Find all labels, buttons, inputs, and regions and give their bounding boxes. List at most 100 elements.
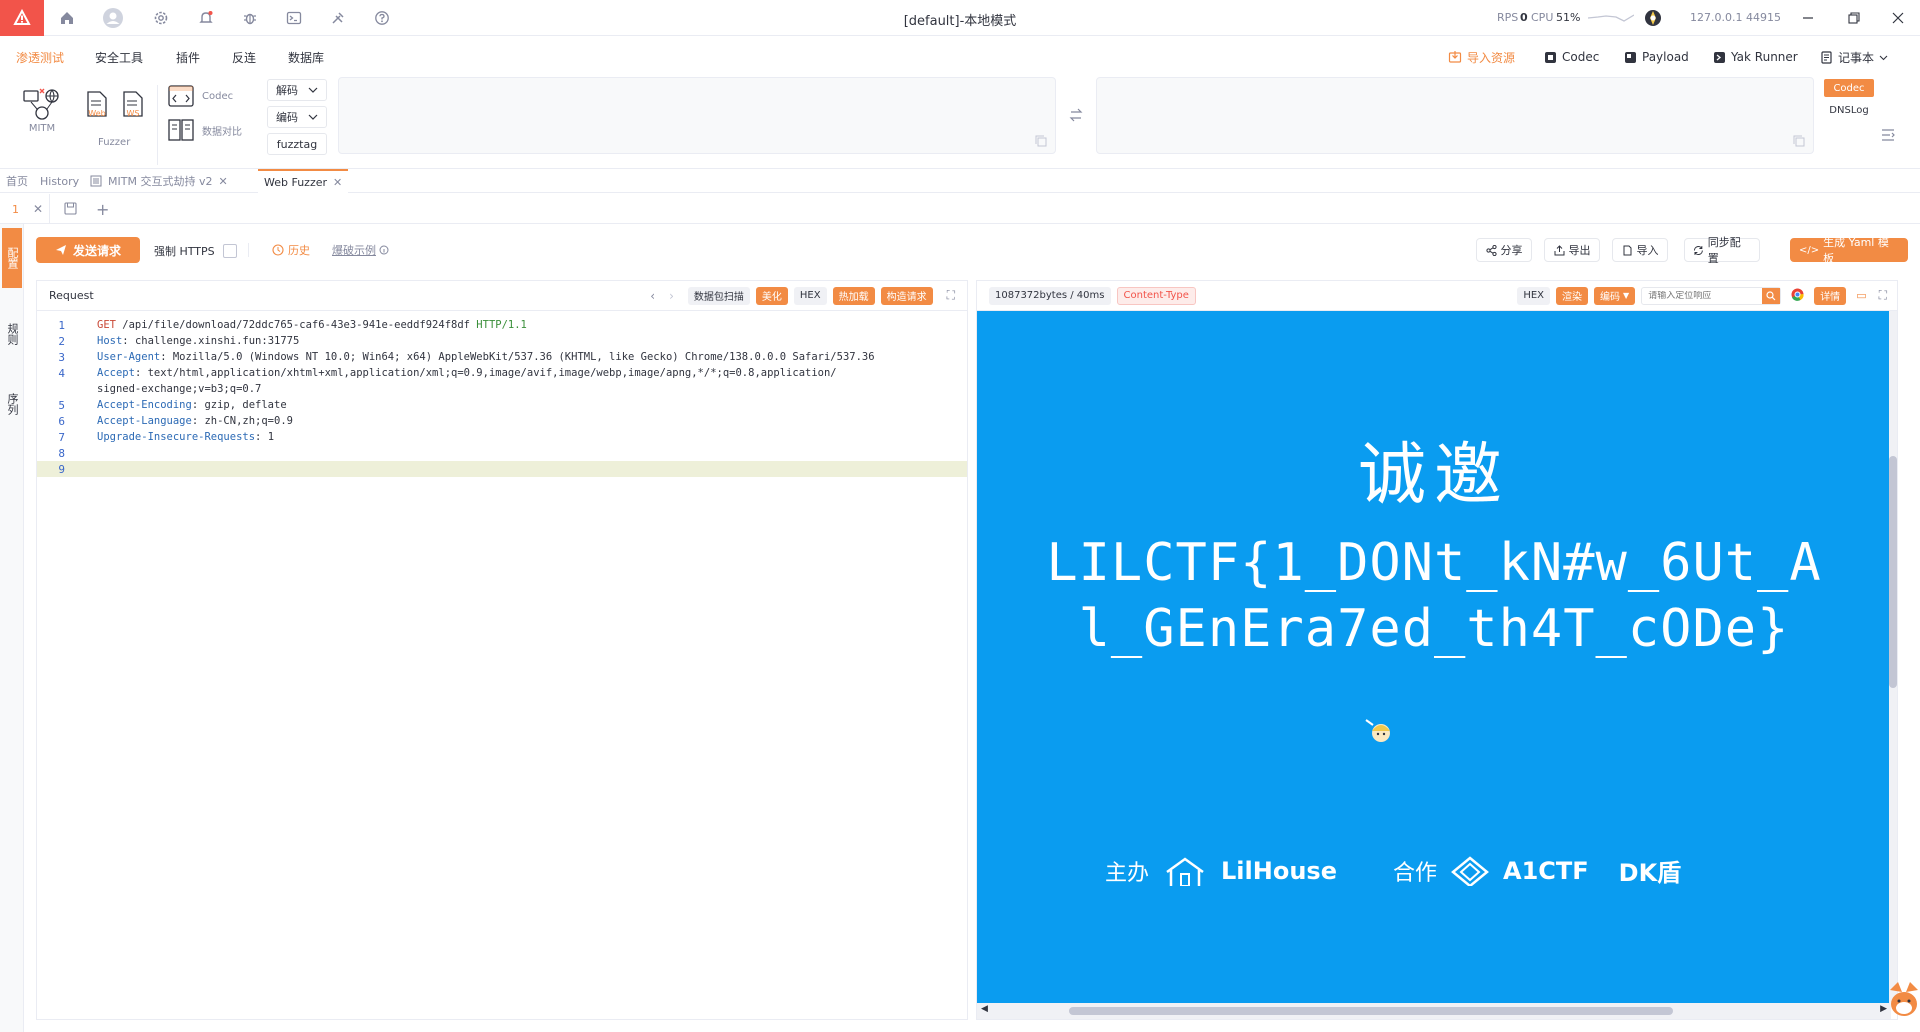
save-icon[interactable] xyxy=(64,202,77,218)
chrome-browser-icon[interactable] xyxy=(1791,288,1804,304)
avatar-icon[interactable] xyxy=(102,7,124,29)
history-button[interactable]: 历史 xyxy=(272,242,310,258)
swap-icon[interactable] xyxy=(1068,107,1084,126)
close-tab-icon[interactable]: ✕ xyxy=(333,176,342,189)
fuzzer-sub-tab-1[interactable]: 1 ✕ xyxy=(0,194,50,224)
response-render-view[interactable]: 诚邀 LILCTF{1_DONt_kN#w_6Ut_A l_GEnEra7ed_… xyxy=(977,311,1891,1005)
share-button[interactable]: 分享 xyxy=(1476,238,1532,262)
comment-icon[interactable]: ▭ xyxy=(1856,289,1866,302)
tab-mitm[interactable]: MITM 交互式劫持 v2 ✕ xyxy=(84,169,234,193)
side-tab-config[interactable]: 配置 xyxy=(2,228,22,288)
hex-button[interactable]: HEX xyxy=(793,286,827,305)
next-request-icon[interactable]: › xyxy=(669,289,674,303)
code-text: Accept: text/html,application/xhtml+xml,… xyxy=(73,367,837,379)
send-request-button[interactable]: 发送请求 xyxy=(36,237,140,263)
content-type-badge[interactable]: Content-Type xyxy=(1116,286,1196,305)
code-line[interactable]: 6 Accept-Language: zh-CN,zh;q=0.9 xyxy=(37,413,967,429)
force-https-option[interactable]: 强制 HTTPS xyxy=(154,243,237,259)
beautify-button[interactable]: 美化 xyxy=(755,286,788,305)
encode-dropdown[interactable]: 编码 ▼ xyxy=(1594,286,1636,305)
build-request-button[interactable]: 构造请求 xyxy=(880,286,933,305)
side-tab-sequence[interactable]: 序列 xyxy=(2,372,22,436)
notepad-menu-button[interactable]: 记事本 xyxy=(1820,47,1888,67)
close-tab-icon[interactable]: ✕ xyxy=(218,175,227,188)
terminal-icon[interactable] xyxy=(283,7,305,29)
menu-plugins[interactable]: 插件 xyxy=(176,49,200,66)
tab-history[interactable]: History xyxy=(34,169,85,193)
sync-config-button[interactable]: 同步配置 xyxy=(1684,236,1760,265)
code-line[interactable]: 4 Accept: text/html,application/xhtml+xml… xyxy=(37,365,967,381)
compare-tool[interactable]: 数据对比 xyxy=(168,119,242,141)
encode-select[interactable]: 编码 xyxy=(267,106,327,128)
menu-pentest[interactable]: 渗透测试 xyxy=(16,49,64,66)
bug-icon[interactable] xyxy=(239,7,261,29)
codec-input-area[interactable] xyxy=(338,77,1056,154)
response-search[interactable] xyxy=(1641,286,1782,305)
search-icon[interactable] xyxy=(1762,287,1781,304)
fullscreen-icon[interactable]: ⛶ xyxy=(947,288,955,303)
minimize-icon[interactable] xyxy=(1788,4,1828,32)
request-editor[interactable]: 1 GET /api/file/download/72ddc765-caf6-43… xyxy=(37,311,967,1019)
response-horizontal-scrollbar[interactable]: ◀ ▶ xyxy=(977,1003,1891,1019)
packet-scan-button[interactable]: 数据包扫描 xyxy=(687,286,750,305)
ws-fuzzer-tool[interactable]: WS xyxy=(122,91,144,118)
blast-example-link[interactable]: 爆破示例 xyxy=(332,242,389,258)
fullscreen-icon[interactable]: ⛶ xyxy=(1879,288,1887,303)
horizontal-scroll-thumb[interactable] xyxy=(1069,1007,1673,1015)
prev-request-icon[interactable]: ‹ xyxy=(650,289,655,303)
code-line[interactable]: 2 Host: challenge.xinshi.fun:31775 xyxy=(37,333,967,349)
codec-side-tab[interactable]: Codec xyxy=(1824,79,1874,97)
code-line[interactable]: 3 User-Agent: Mozilla/5.0 (Windows NT 10.… xyxy=(37,349,967,365)
side-tab-rules[interactable]: 规则 xyxy=(2,302,22,366)
decode-select[interactable]: 解码 xyxy=(267,79,327,101)
notification-bell-icon[interactable] xyxy=(195,7,217,29)
vertical-scroll-thumb[interactable] xyxy=(1889,456,1897,688)
details-button[interactable]: 详情 xyxy=(1814,286,1847,305)
hot-reload-button[interactable]: 热加载 xyxy=(832,286,875,305)
code-line[interactable]: signed-exchange;v=b3;q=0.7 xyxy=(37,381,967,397)
yak-runner-menu-button[interactable]: Yak Runner xyxy=(1713,47,1798,67)
yak-engine-icon[interactable] xyxy=(1644,9,1662,30)
payload-menu-button[interactable]: Payload xyxy=(1624,47,1689,67)
home-icon[interactable] xyxy=(56,7,78,29)
settings-gear-icon[interactable] xyxy=(150,7,172,29)
code-line[interactable]: 7 Upgrade-Insecure-Requests: 1 xyxy=(37,429,967,445)
import-button[interactable]: 导入 xyxy=(1612,238,1668,262)
codec-menu-button[interactable]: Codec xyxy=(1544,47,1599,67)
response-search-input[interactable] xyxy=(1642,290,1763,301)
render-button[interactable]: 渲染 xyxy=(1556,286,1589,305)
force-https-checkbox[interactable] xyxy=(222,244,237,258)
tab-web-fuzzer[interactable]: Web Fuzzer ✕ xyxy=(258,169,349,193)
fox-mascot-icon[interactable] xyxy=(1888,980,1920,1023)
mitm-tool[interactable]: MITM xyxy=(20,87,64,134)
generate-yaml-button[interactable]: </> 生成 Yaml 模板 xyxy=(1790,236,1908,265)
close-sub-tab-icon[interactable]: ✕ xyxy=(33,202,43,216)
web-fuzzer-tool[interactable]: Web xyxy=(86,91,108,118)
code-line[interactable]: 8 xyxy=(37,445,967,461)
import-resources-button[interactable]: 导入资源 xyxy=(1448,47,1515,67)
add-tab-icon[interactable]: + xyxy=(96,200,109,219)
menu-security-tools[interactable]: 安全工具 xyxy=(95,49,143,66)
code-line[interactable]: 1 GET /api/file/download/72ddc765-caf6-43… xyxy=(37,317,967,333)
response-hex-button[interactable]: HEX xyxy=(1517,286,1551,305)
response-vertical-scrollbar[interactable] xyxy=(1889,311,1897,1005)
scroll-right-arrow-icon[interactable]: ▶ xyxy=(1880,1004,1887,1014)
help-icon[interactable] xyxy=(371,7,393,29)
scroll-left-arrow-icon[interactable]: ◀ xyxy=(981,1004,988,1014)
close-window-icon[interactable] xyxy=(1878,4,1918,32)
codec-tool[interactable]: Codec xyxy=(168,85,233,107)
tab-home[interactable]: 首页 xyxy=(0,169,34,193)
export-button[interactable]: 导出 xyxy=(1544,238,1600,262)
mitm-tab-icon xyxy=(90,175,102,187)
collapse-icon[interactable] xyxy=(1880,127,1896,146)
codec-output-area[interactable] xyxy=(1096,77,1814,154)
menu-reverse[interactable]: 反连 xyxy=(232,49,256,66)
menu-database[interactable]: 数据库 xyxy=(288,49,324,66)
code-line[interactable]: 9 xyxy=(37,461,967,477)
restore-icon[interactable] xyxy=(1834,4,1874,32)
fuzztag-button[interactable]: fuzztag xyxy=(267,133,327,155)
yakit-logo-icon[interactable] xyxy=(0,0,44,36)
code-line[interactable]: 5 Accept-Encoding: gzip, deflate xyxy=(37,397,967,413)
tools-icon[interactable] xyxy=(327,7,349,29)
dnslog-side-tab[interactable]: DNSLog xyxy=(1824,101,1874,119)
